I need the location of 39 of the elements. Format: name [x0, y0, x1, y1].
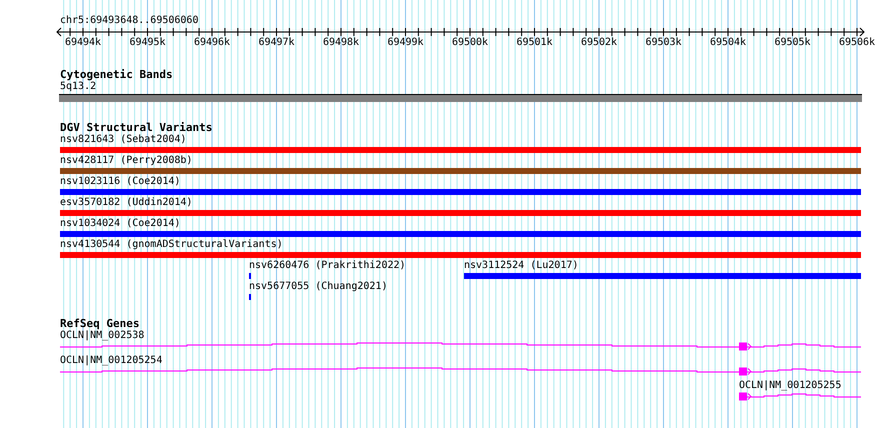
ruler-tick-label: 69497k — [258, 37, 295, 49]
transcript-label: OCLN|NM_001205254 — [60, 355, 162, 367]
variant-label: nsv428117 (Perry2008b) — [60, 155, 192, 167]
ruler-tick-label: 69504k — [710, 37, 746, 49]
cytoband-label: 5q13.2 — [60, 81, 96, 93]
variant-label: nsv3112524 (Lu2017) — [464, 260, 578, 272]
variant-bar[interactable] — [60, 147, 861, 153]
variant-bar[interactable] — [60, 252, 861, 258]
variant-bar[interactable] — [60, 189, 861, 195]
ruler-tick-label: 69495k — [129, 37, 166, 49]
ruler-tick-label: 69498k — [322, 37, 360, 49]
ruler-tick-label: 69500k — [452, 37, 488, 49]
ruler-tick-label: 69494k — [64, 37, 102, 49]
transcript-label: OCLN|NM_001205255 — [739, 380, 842, 392]
variant-label: nsv1034024 (Coe2014) — [60, 218, 180, 230]
variant-marker[interactable] — [249, 273, 251, 279]
track-title: Cytogenetic Bands — [60, 69, 173, 81]
ruler-tick-label: 69506k — [838, 37, 876, 49]
track-title: RefSeq Genes — [60, 318, 140, 330]
ruler-tick-label: 69503k — [645, 37, 682, 49]
track-title: DGV Structural Variants — [60, 122, 212, 134]
ruler-tick-label: 69505k — [774, 37, 811, 49]
variant-bar[interactable] — [464, 273, 861, 279]
variant-label: nsv1023116 (Coe2014) — [60, 176, 180, 188]
variant-label: nsv6260476 (Prakrithi2022) — [249, 260, 406, 272]
ruler-tick-label: 69501k — [516, 37, 553, 49]
variant-bar[interactable] — [60, 168, 861, 174]
ruler-tick-label: 69499k — [387, 37, 424, 49]
variant-label: nsv821643 (Sebat2004) — [60, 134, 186, 146]
variant-bar[interactable] — [60, 231, 861, 237]
variant-label: nsv4130544 (gnomADStructuralVariants) — [60, 239, 283, 251]
variant-bar[interactable] — [60, 210, 861, 216]
location-label: chr5:69493648..69506060 — [60, 15, 198, 27]
transcript-label: OCLN|NM_002538 — [60, 330, 144, 342]
ruler-tick-label: 69502k — [580, 37, 618, 49]
variant-label: nsv5677055 (Chuang2021) — [249, 281, 388, 293]
variant-marker[interactable] — [249, 294, 251, 300]
variant-label: esv3570182 (Uddin2014) — [60, 197, 192, 209]
ruler-tick-label: 69496k — [194, 37, 230, 49]
